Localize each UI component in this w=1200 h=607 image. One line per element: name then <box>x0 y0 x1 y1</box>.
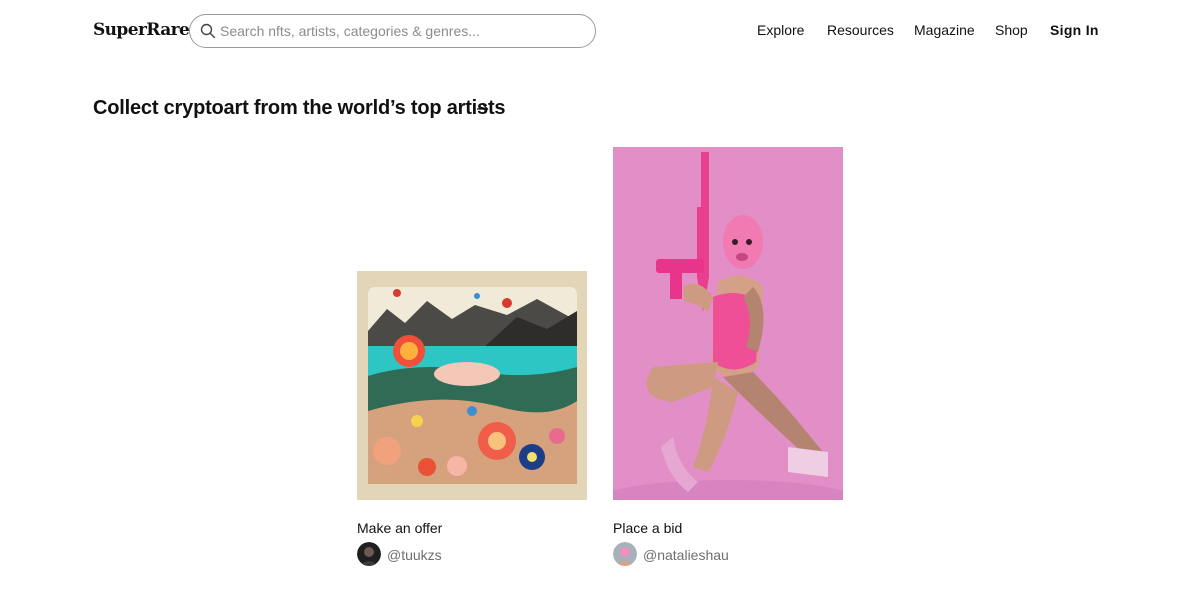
logo[interactable]: SuperRare <box>93 20 190 40</box>
search-input[interactable] <box>220 15 588 47</box>
arrow-right-icon[interactable] <box>476 103 489 115</box>
artwork-image[interactable] <box>613 147 843 500</box>
nav-shop[interactable]: Shop <box>995 22 1028 38</box>
nav-explore[interactable]: Explore <box>757 22 804 38</box>
site-header: SuperRare Explore Resources Magazine Sho… <box>0 0 1200 62</box>
avatar[interactable] <box>357 542 381 566</box>
artwork-image[interactable] <box>357 271 587 500</box>
card-status-label: Make an offer <box>357 520 443 536</box>
artist-handle[interactable]: @tuukzs <box>387 547 442 563</box>
artwork-card[interactable]: Make an offer @tuukzs <box>357 271 587 566</box>
nav-magazine[interactable]: Magazine <box>914 22 975 38</box>
search-icon <box>200 23 216 39</box>
search-bar[interactable] <box>189 14 596 48</box>
artwork-card[interactable]: Place a bid @natalieshau <box>613 147 843 566</box>
artist-handle[interactable]: @natalieshau <box>643 547 729 563</box>
sign-in-button[interactable]: Sign In <box>1050 22 1099 38</box>
section-title[interactable]: Collect cryptoart from the world’s top a… <box>93 97 506 120</box>
avatar[interactable] <box>613 542 637 566</box>
card-status-label: Place a bid <box>613 520 683 536</box>
nav-resources[interactable]: Resources <box>827 22 894 38</box>
